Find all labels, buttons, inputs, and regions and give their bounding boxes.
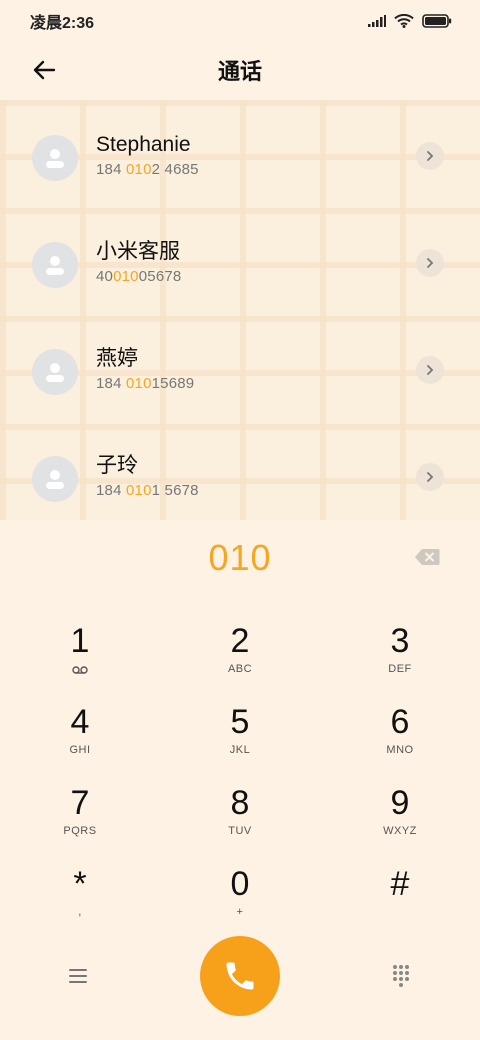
key-digit: 3 bbox=[390, 622, 410, 660]
contact-item[interactable]: 小米客服 4001005678 bbox=[0, 211, 480, 318]
key-digit: 4 bbox=[70, 703, 90, 741]
key-3[interactable]: 3 DEF bbox=[320, 620, 480, 701]
contact-detail-button[interactable] bbox=[416, 356, 444, 384]
key-0[interactable]: 0 + bbox=[160, 863, 320, 944]
key-digit: * bbox=[73, 865, 87, 903]
contact-number: 184 0102 4685 bbox=[96, 161, 199, 178]
contact-detail-button[interactable] bbox=[416, 142, 444, 170]
contact-name: 小米客服 bbox=[96, 240, 180, 263]
key-digit: # bbox=[390, 865, 410, 903]
call-button[interactable] bbox=[200, 936, 280, 1016]
chevron-right-icon bbox=[427, 365, 434, 375]
key-letters: , bbox=[78, 906, 82, 918]
back-arrow-icon[interactable] bbox=[28, 56, 62, 84]
key-letters: MNO bbox=[386, 744, 414, 756]
contact-detail-button[interactable] bbox=[416, 463, 444, 491]
wifi-icon bbox=[394, 14, 414, 28]
contact-number: 4001005678 bbox=[96, 268, 182, 285]
key-digit: 8 bbox=[230, 784, 250, 822]
dialpad-icon[interactable] bbox=[390, 963, 412, 987]
battery-icon bbox=[422, 14, 452, 28]
key-letters: JKL bbox=[229, 744, 251, 756]
key-star[interactable]: * , bbox=[0, 863, 160, 944]
key-8[interactable]: 8 TUV bbox=[160, 782, 320, 863]
backspace-icon[interactable] bbox=[414, 548, 440, 566]
person-icon bbox=[46, 148, 64, 168]
contact-name: Stephanie bbox=[96, 133, 191, 156]
keypad: 1 2 ABC 3 DEF 4 GHI 5 JKL 6 MNO 7 PQRS 8… bbox=[0, 620, 480, 944]
contact-number: 184 0101 5678 bbox=[96, 482, 199, 499]
person-icon bbox=[46, 362, 64, 382]
contact-number: 184 01015689 bbox=[96, 375, 195, 392]
chevron-right-icon bbox=[427, 472, 434, 482]
contact-item[interactable]: 燕婷 184 01015689 bbox=[0, 318, 480, 425]
key-1[interactable]: 1 bbox=[0, 620, 160, 701]
key-digit: 6 bbox=[390, 703, 410, 741]
key-letters: + bbox=[236, 906, 244, 918]
avatar bbox=[32, 348, 78, 395]
contact-name: 燕婷 bbox=[96, 347, 138, 370]
key-letters: ABC bbox=[227, 663, 253, 675]
key-digit: 9 bbox=[390, 784, 410, 822]
chevron-right-icon bbox=[427, 151, 434, 161]
contact-item[interactable]: 子玲 184 0101 5678 bbox=[0, 425, 480, 532]
key-digit: 7 bbox=[70, 784, 90, 822]
contact-list: Stephanie 184 0102 4685 小米客服 4001005678 bbox=[0, 104, 480, 532]
contact-name: 子玲 bbox=[96, 454, 138, 477]
key-2[interactable]: 2 ABC bbox=[160, 620, 320, 701]
key-digit: 0 bbox=[230, 865, 250, 903]
key-7[interactable]: 7 PQRS bbox=[0, 782, 160, 863]
person-icon bbox=[46, 255, 64, 275]
key-letters: TUV bbox=[228, 825, 252, 837]
key-6[interactable]: 6 MNO bbox=[320, 701, 480, 782]
key-digit: 2 bbox=[230, 622, 250, 660]
key-9[interactable]: 9 WXYZ bbox=[320, 782, 480, 863]
key-digit: 5 bbox=[230, 703, 250, 741]
chevron-right-icon bbox=[427, 258, 434, 268]
avatar bbox=[32, 241, 78, 288]
key-5[interactable]: 5 JKL bbox=[160, 701, 320, 782]
header: 通话 bbox=[0, 42, 480, 98]
key-digit: 1 bbox=[70, 622, 90, 660]
avatar bbox=[32, 455, 78, 502]
status-bar: 凌晨2:36 bbox=[0, 0, 480, 42]
signal-icon bbox=[368, 15, 386, 27]
contact-item[interactable]: Stephanie 184 0102 4685 bbox=[0, 104, 480, 211]
status-icons bbox=[368, 14, 452, 28]
key-letters: WXYZ bbox=[383, 825, 417, 837]
bottom-bar bbox=[0, 935, 480, 1017]
key-hash[interactable]: # bbox=[320, 863, 480, 944]
menu-icon[interactable] bbox=[66, 965, 90, 987]
page-title: 通话 bbox=[217, 59, 262, 84]
key-4[interactable]: 4 GHI bbox=[0, 701, 160, 782]
avatar bbox=[32, 134, 78, 181]
person-icon bbox=[46, 469, 64, 489]
key-letters: DEF bbox=[388, 663, 412, 675]
key-letters: GHI bbox=[69, 744, 91, 756]
status-time: 凌晨2:36 bbox=[30, 15, 95, 32]
voicemail-icon bbox=[72, 666, 88, 674]
contact-detail-button[interactable] bbox=[416, 249, 444, 277]
phone-icon bbox=[226, 962, 254, 990]
dial-display: 010 bbox=[0, 530, 480, 586]
key-letters: PQRS bbox=[63, 825, 97, 837]
dialed-number: 010 bbox=[208, 537, 272, 578]
